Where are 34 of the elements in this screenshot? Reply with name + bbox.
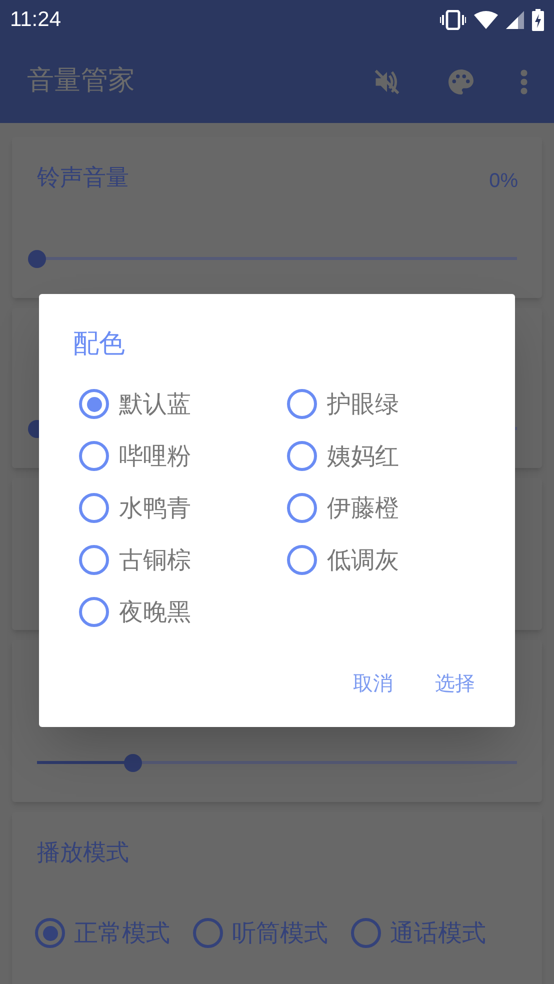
color-radio-option[interactable]: 水鸭青 <box>79 493 287 523</box>
color-radio-option[interactable]: 夜晚黑 <box>79 597 287 627</box>
radio-icon[interactable] <box>79 441 109 471</box>
radio-icon[interactable] <box>287 493 317 523</box>
dialog-title: 配色 <box>73 328 125 361</box>
wifi-icon <box>474 11 498 29</box>
signal-icon <box>506 11 524 29</box>
app-title: 音量管家 <box>27 64 135 98</box>
radio-icon[interactable] <box>79 597 109 627</box>
color-radio-option[interactable]: 低调灰 <box>287 545 467 575</box>
more-icon[interactable] <box>520 68 528 94</box>
radio-icon[interactable] <box>287 545 317 575</box>
radio-icon[interactable] <box>193 918 223 948</box>
battery-icon <box>532 9 544 31</box>
color-radio-option[interactable]: 伊藤橙 <box>287 493 467 523</box>
radio-icon[interactable] <box>79 493 109 523</box>
select-button[interactable]: 选择 <box>429 666 481 700</box>
radio-icon[interactable] <box>287 441 317 471</box>
radio-icon[interactable] <box>351 918 381 948</box>
radio-icon[interactable] <box>35 918 65 948</box>
color-radio-option[interactable]: 姨妈红 <box>287 441 467 471</box>
vibrate-icon <box>440 10 466 30</box>
status-time: 11:24 <box>10 7 61 34</box>
radio-icon[interactable] <box>79 545 109 575</box>
color-radio-option[interactable]: 哔哩粉 <box>79 441 287 471</box>
color-radio-option[interactable]: 默认蓝 <box>79 389 287 419</box>
cancel-button[interactable]: 取消 <box>347 666 399 700</box>
color-radio-option[interactable]: 护眼绿 <box>287 389 467 419</box>
radio-icon[interactable] <box>79 389 109 419</box>
color-radio-option[interactable]: 古铜棕 <box>79 545 287 575</box>
palette-icon[interactable] <box>446 66 476 96</box>
radio-icon[interactable] <box>287 389 317 419</box>
slider-thumb[interactable] <box>124 754 142 772</box>
slider-thumb[interactable] <box>28 250 46 268</box>
